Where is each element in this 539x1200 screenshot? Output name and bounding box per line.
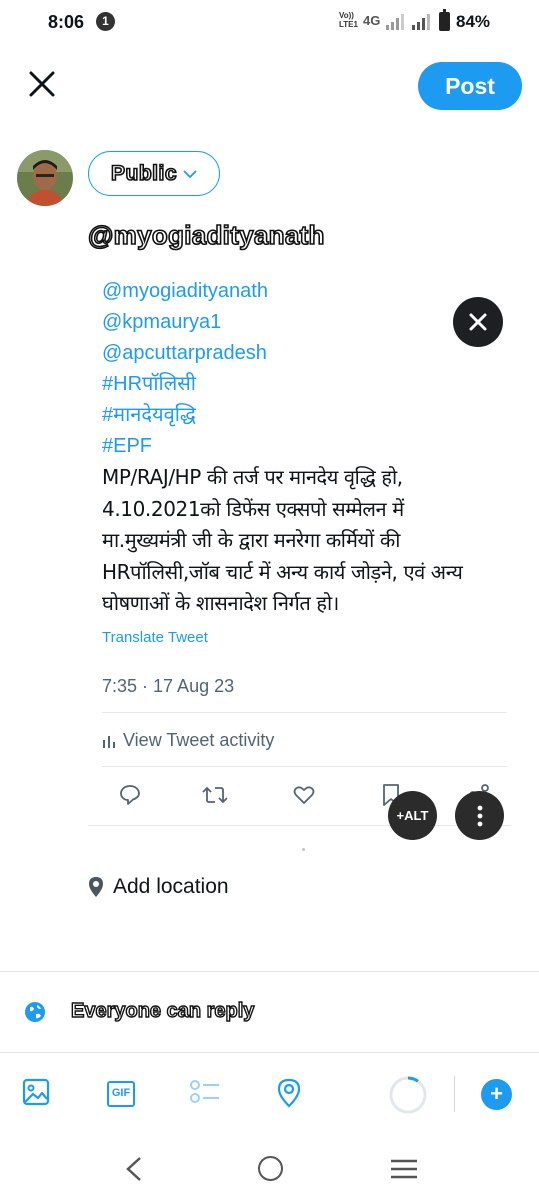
- reply-setting-label: Everyone can reply: [70, 999, 255, 1022]
- hashtag-link[interactable]: #EPF: [102, 431, 512, 462]
- location-pin-icon: [89, 877, 103, 897]
- view-tweet-activity[interactable]: View Tweet activity: [102, 730, 274, 751]
- character-count-ring: [389, 1076, 427, 1114]
- signal-icon: [412, 14, 430, 30]
- gif-button[interactable]: GIF: [107, 1081, 135, 1107]
- activity-label: View Tweet activity: [123, 730, 275, 750]
- battery-icon: [439, 9, 450, 31]
- more-options-button[interactable]: [455, 791, 504, 840]
- reply-setting-button[interactable]: Everyone can reply: [24, 999, 255, 1023]
- analytics-icon: [103, 735, 115, 748]
- tweet-timestamp: 7:35 · 17 Aug 23: [102, 676, 235, 696]
- post-button[interactable]: Post: [418, 62, 522, 110]
- globe-icon: [25, 1001, 45, 1022]
- tweet-body-line: HRपॉलिसी,जॉब चार्ट में अन्य कार्य जोड़ने…: [102, 559, 463, 584]
- location-pin-icon[interactable]: [276, 1078, 302, 1108]
- divider: [88, 825, 511, 826]
- recents-icon[interactable]: [390, 1158, 418, 1180]
- scroll-indicator-dot: [302, 848, 305, 851]
- tweet-body-line: 4.10.2021को डिफेंस एक्सपो सम्मेलन में: [102, 496, 404, 521]
- tweet-body-line: मा.मुख्यमंत्री जी के द्वारा मनरेगा कर्मि…: [102, 528, 401, 552]
- avatar-image: [17, 150, 73, 206]
- divider: [102, 766, 507, 767]
- retweet-icon[interactable]: [202, 783, 228, 807]
- mention-link[interactable]: @kpmaurya1: [102, 307, 512, 338]
- like-icon[interactable]: [292, 783, 316, 807]
- status-time: 8:06: [48, 12, 85, 32]
- reply-icon[interactable]: [118, 783, 142, 807]
- remove-quote-button[interactable]: [453, 297, 503, 347]
- poll-icon[interactable]: [189, 1078, 221, 1106]
- quoted-tweet: @myogiadityanath @kpmaurya1 @apcuttarpra…: [102, 276, 512, 620]
- signal-icon: [386, 14, 404, 30]
- tweet-body-line: घोषणाओं के शासनादेश निर्गत हो।: [102, 591, 339, 615]
- close-icon: [469, 313, 487, 331]
- add-alt-text-button[interactable]: +ALT: [388, 791, 437, 840]
- notification-count-badge: 1: [96, 12, 115, 31]
- translate-tweet-link[interactable]: Translate Tweet: [102, 629, 208, 646]
- mention-link[interactable]: @apcuttarpradesh: [102, 338, 512, 369]
- home-icon[interactable]: [258, 1156, 283, 1181]
- toolbar-separator: [454, 1076, 455, 1112]
- add-thread-button[interactable]: +: [481, 1079, 512, 1110]
- divider: [0, 971, 539, 972]
- hashtag-link[interactable]: #HRपॉलिसी: [102, 369, 512, 400]
- audience-selector[interactable]: Public: [88, 151, 220, 196]
- audience-label: Public: [110, 161, 177, 186]
- avatar[interactable]: [17, 150, 73, 206]
- back-icon[interactable]: [124, 1156, 144, 1182]
- mention-link[interactable]: @myogiadityanath: [102, 276, 512, 307]
- network-type: 4G: [363, 13, 381, 28]
- volte-indicator: Vo)) LTE1: [339, 11, 358, 29]
- tweet-body: MP/RAJ/HP की तर्ज पर मानदेय वृद्धि हो, 4…: [102, 462, 512, 620]
- image-icon[interactable]: [22, 1078, 50, 1106]
- close-icon: [29, 71, 55, 97]
- battery-percentage: 84%: [456, 12, 491, 31]
- hashtag-link[interactable]: #मानदेयवृद्धि: [102, 400, 512, 431]
- add-location-label: Add location: [113, 875, 229, 898]
- status-bar: 8:06 1 Vo)) LTE1 4G 84%: [0, 0, 539, 46]
- tweet-body-line: MP/RAJ/HP की तर्ज पर मानदेय वृद्धि हो,: [102, 465, 403, 489]
- close-button[interactable]: [26, 68, 58, 100]
- divider: [102, 712, 507, 713]
- divider: [0, 1052, 539, 1053]
- chevron-down-icon: [183, 169, 197, 178]
- compose-text-input[interactable]: @myogiadityanath: [87, 219, 325, 251]
- add-location-button[interactable]: Add location: [87, 875, 229, 899]
- more-vertical-icon: [477, 805, 482, 826]
